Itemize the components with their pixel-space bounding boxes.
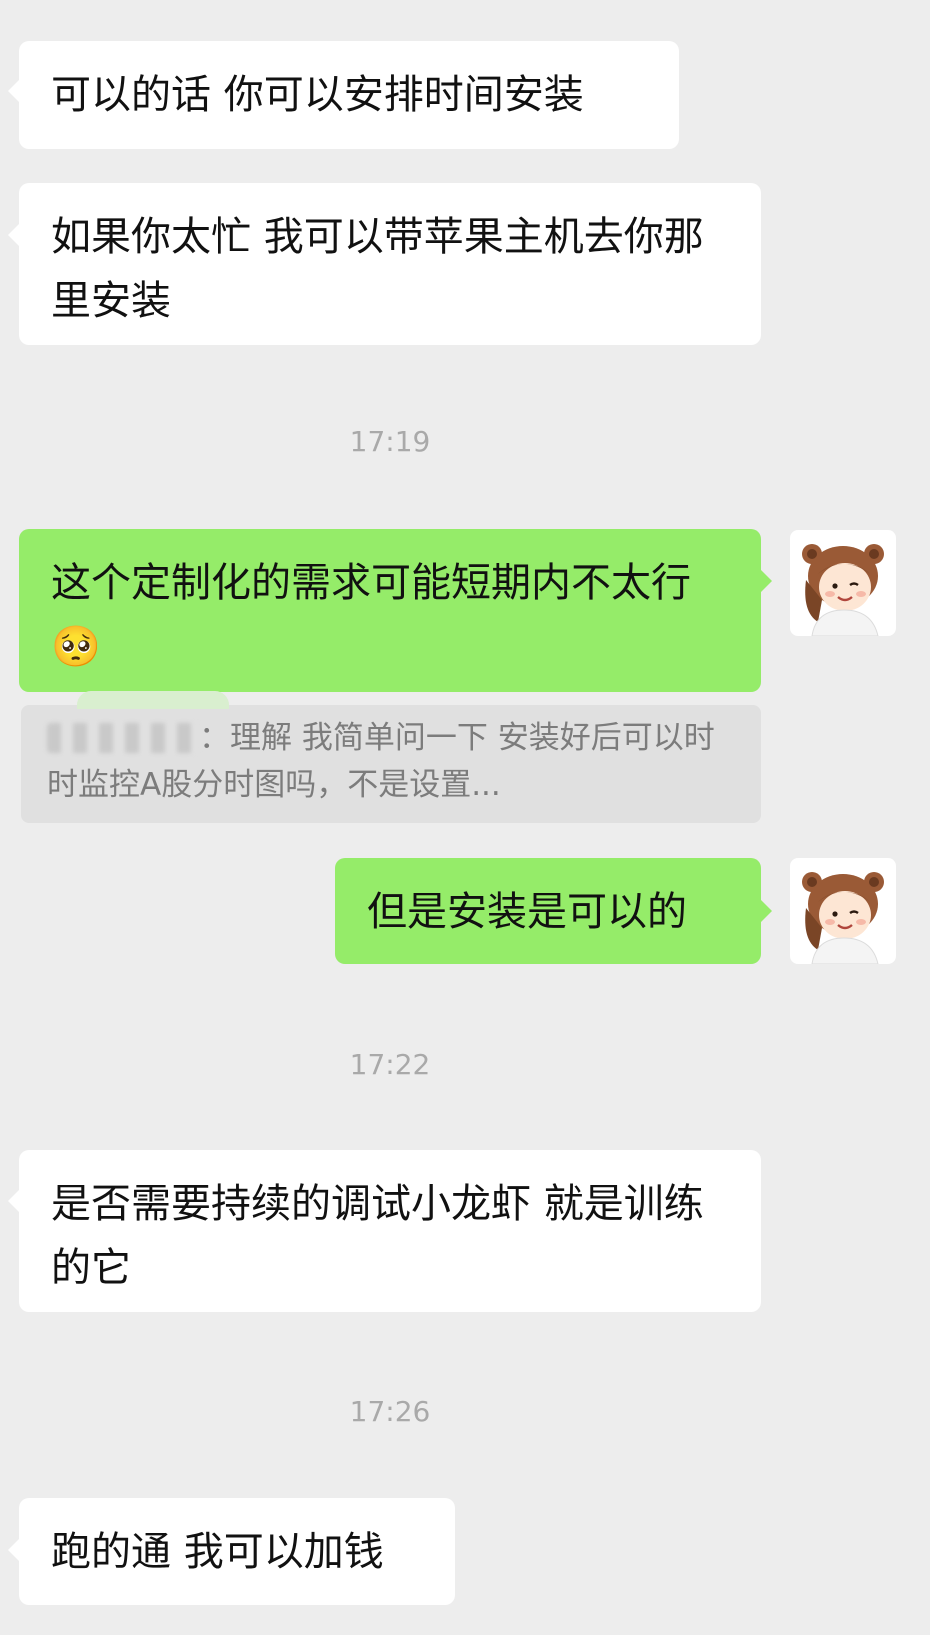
bubble-tail bbox=[8, 80, 19, 102]
message-bubble-outgoing[interactable]: 这个定制化的需求可能短期内不太行 🥺 bbox=[19, 529, 761, 692]
bear-hat-girl-avatar-icon bbox=[802, 872, 884, 964]
message-bubble-incoming[interactable]: 跑的通 我可以加钱 bbox=[19, 1498, 455, 1605]
message-bubble-incoming[interactable]: 可以的话 你可以安排时间安装 bbox=[19, 41, 679, 149]
quoted-message[interactable]: ：理解 我简单问一下 安装好后可以时时监控A股分时图吗，不是设置... bbox=[21, 691, 761, 823]
bubble-tail bbox=[761, 900, 772, 922]
quote-connector bbox=[77, 691, 229, 709]
message-text: 是否需要持续的调试小龙虾 就是训练的它 bbox=[51, 1181, 704, 1291]
timestamp: 17:22 bbox=[349, 1048, 431, 1081]
message-bubble-outgoing[interactable]: 但是安装是可以的 bbox=[335, 858, 761, 964]
bubble-tail bbox=[761, 570, 772, 592]
bubble-tail bbox=[8, 1190, 19, 1212]
avatar[interactable] bbox=[790, 530, 896, 636]
message-bubble-incoming[interactable]: 如果你太忙 我可以带苹果主机去你那里安装 bbox=[19, 183, 761, 345]
bear-hat-girl-avatar-icon bbox=[802, 544, 884, 636]
message-text: 但是安装是可以的 bbox=[367, 889, 687, 935]
blurred-sender-name bbox=[47, 723, 199, 753]
message-bubble-incoming[interactable]: 是否需要持续的调试小龙虾 就是训练的它 bbox=[19, 1150, 761, 1312]
message-text: 可以的话 你可以安排时间安装 bbox=[51, 72, 584, 118]
avatar[interactable] bbox=[790, 858, 896, 964]
timestamp: 17:19 bbox=[349, 425, 431, 458]
timestamp: 17:26 bbox=[349, 1395, 431, 1428]
message-text: 这个定制化的需求可能短期内不太行 bbox=[51, 560, 691, 606]
bubble-tail bbox=[8, 1539, 19, 1561]
message-text: 如果你太忙 我可以带苹果主机去你那里安装 bbox=[51, 214, 704, 324]
pleading-face-emoji: 🥺 bbox=[51, 624, 101, 670]
message-text: 跑的通 我可以加钱 bbox=[51, 1529, 384, 1575]
bubble-tail bbox=[8, 224, 19, 246]
